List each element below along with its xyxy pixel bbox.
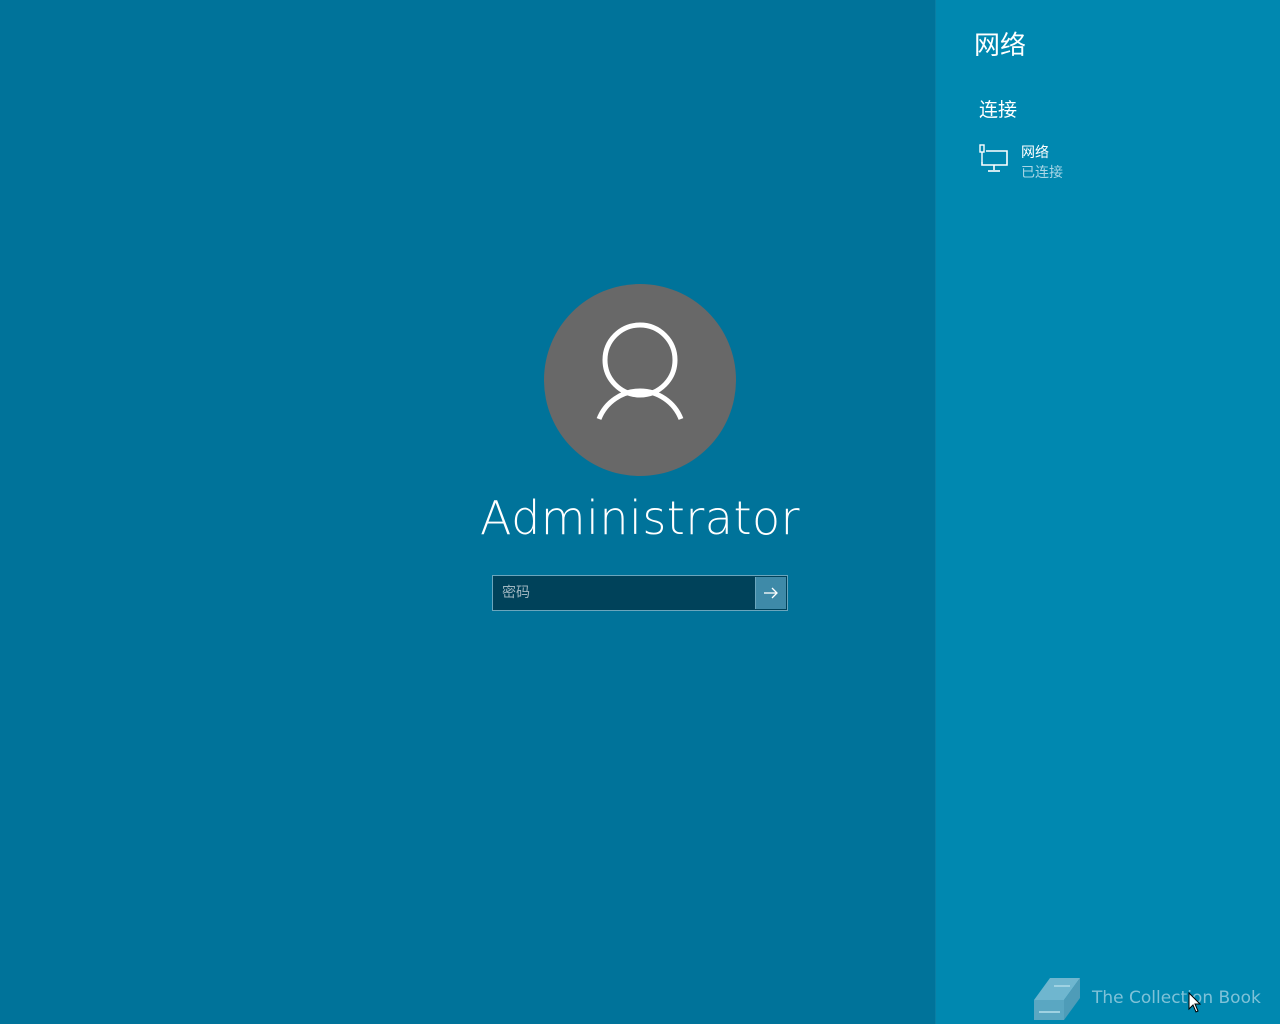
panel-title: 网络 xyxy=(974,31,1027,61)
book-icon xyxy=(1034,978,1080,1020)
network-panel: 网络 连接 网络 已连接 xyxy=(935,0,1280,1024)
username-label: Administrator xyxy=(479,491,801,545)
watermark-text: The Collection Book xyxy=(1092,988,1261,1008)
arrow-right-icon xyxy=(764,587,778,599)
password-box xyxy=(492,575,788,611)
connections-heading: 连接 xyxy=(979,99,1018,121)
user-icon xyxy=(596,322,684,420)
lock-screen: Administrator 网络 连接 网络 已连接 The Collectio… xyxy=(0,0,1280,1024)
user-avatar xyxy=(544,284,736,476)
login-area: Administrator xyxy=(0,0,935,1024)
password-input[interactable] xyxy=(494,577,755,609)
watermark: The Collection Book xyxy=(1030,974,1270,1022)
network-name: 网络 xyxy=(1021,145,1049,161)
network-status: 已连接 xyxy=(1021,165,1063,181)
mouse-cursor-icon xyxy=(1188,992,1202,1013)
network-connection-item[interactable]: 网络 已连接 xyxy=(978,142,1238,186)
submit-button[interactable] xyxy=(755,577,786,609)
wired-network-icon xyxy=(979,144,1008,172)
